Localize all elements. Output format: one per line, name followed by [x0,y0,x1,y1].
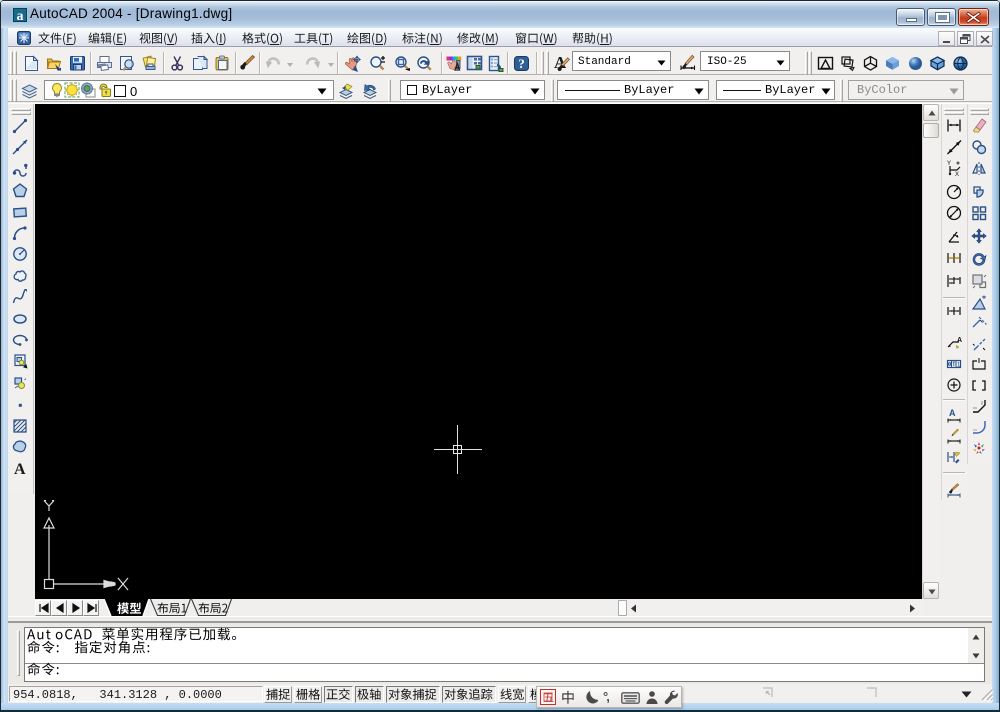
svg-text:?: ? [518,56,525,71]
svg-text:A: A [957,337,962,344]
svg-text:X: X [955,172,959,177]
svg-text:A: A [949,408,956,418]
svg-text:Y: Y [947,161,951,167]
svg-text:A: A [14,461,26,477]
svg-text:a: a [17,9,24,23]
